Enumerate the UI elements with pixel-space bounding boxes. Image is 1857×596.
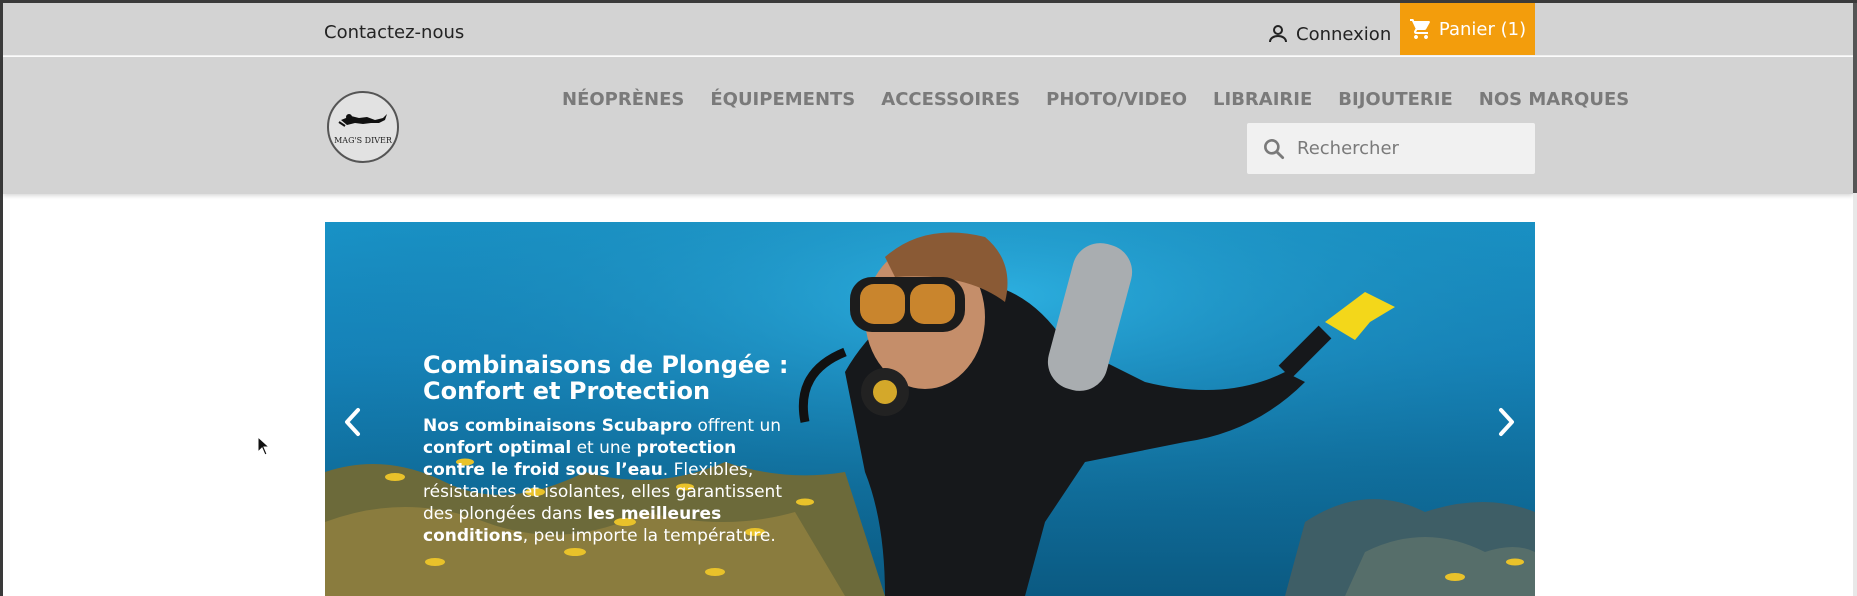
site-logo[interactable]: MAG'S DIVER bbox=[327, 91, 399, 163]
logo-text: MAG'S DIVER bbox=[334, 136, 392, 145]
menu-item-photo-video[interactable]: PHOTO/VIDEO bbox=[1046, 89, 1187, 110]
slide-caption: Combinaisons de Plongée : Confort et Pro… bbox=[423, 352, 793, 547]
cart-button[interactable]: Panier (1) bbox=[1400, 3, 1535, 55]
slide-description: Nos combinaisons Scubapro offrent un con… bbox=[423, 415, 793, 548]
slide-text-part: offrent un bbox=[692, 415, 782, 436]
shopping-cart-icon bbox=[1409, 19, 1430, 39]
diver-logo-icon bbox=[338, 114, 387, 127]
user-icon bbox=[1269, 25, 1287, 43]
slide-text-part: , peu importe la température. bbox=[522, 526, 776, 547]
top-nav-bar: Contactez-nous Connexion Panier (1) bbox=[3, 3, 1853, 56]
menu-item-accessoires[interactable]: ACCESSOIRES bbox=[881, 89, 1020, 110]
carousel-prev-button[interactable] bbox=[337, 402, 369, 442]
chevron-right-icon bbox=[1499, 408, 1514, 436]
chevron-left-icon bbox=[345, 408, 360, 436]
menu-item-equipements[interactable]: ÉQUIPEMENTS bbox=[710, 89, 855, 110]
slide-text-part: confort optimal bbox=[423, 437, 572, 458]
search-input[interactable] bbox=[1297, 138, 1517, 159]
mouse-cursor-icon bbox=[257, 436, 271, 456]
login-link[interactable]: Connexion bbox=[1266, 22, 1391, 46]
hero-carousel: Combinaisons de Plongée : Confort et Pro… bbox=[325, 222, 1535, 596]
search-box bbox=[1247, 123, 1535, 174]
menu-item-neoprenes[interactable]: NÉOPRÈNES bbox=[562, 89, 684, 110]
search-icon[interactable] bbox=[1261, 136, 1287, 162]
login-label: Connexion bbox=[1296, 23, 1392, 45]
contact-link[interactable]: Contactez-nous bbox=[324, 22, 464, 43]
slide-text-part: et une bbox=[571, 437, 637, 458]
site-header: MAG'S DIVER NÉOPRÈNES ÉQUIPEMENTS ACCESS… bbox=[3, 57, 1853, 194]
slide-title: Combinaisons de Plongée : Confort et Pro… bbox=[423, 351, 789, 406]
menu-item-nos-marques[interactable]: NOS MARQUES bbox=[1479, 89, 1629, 110]
menu-item-librairie[interactable]: LIBRAIRIE bbox=[1213, 89, 1312, 110]
slide-text-part: Nos combinaisons Scubapro bbox=[423, 415, 693, 436]
cart-label: Panier (1) bbox=[1438, 18, 1527, 40]
main-menu: NÉOPRÈNES ÉQUIPEMENTS ACCESSOIRES PHOTO/… bbox=[562, 89, 1629, 110]
carousel-next-button[interactable] bbox=[1490, 402, 1522, 442]
scrollbar-thumb[interactable] bbox=[1853, 3, 1857, 193]
menu-item-bijouterie[interactable]: BIJOUTERIE bbox=[1338, 89, 1452, 110]
page-scrollbar[interactable] bbox=[1853, 3, 1857, 596]
